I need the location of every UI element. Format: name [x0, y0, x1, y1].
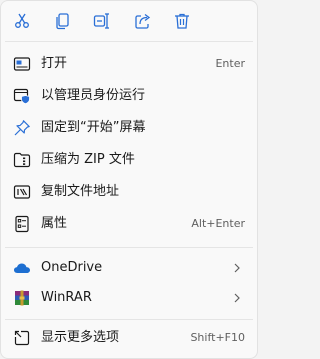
cut-icon [15, 13, 29, 28]
menu-item-label: 打开 [41, 56, 68, 71]
shortcut-text: Shift+F10 [190, 331, 245, 344]
menu-item-label: 显示更多选项 [41, 330, 120, 345]
run-as-admin-icon [13, 87, 31, 105]
menu-item-label: 压缩为 ZIP 文件 [41, 152, 135, 167]
properties-icon [13, 215, 31, 233]
separator [5, 41, 253, 42]
winrar-icon [13, 289, 31, 307]
cut-button[interactable] [9, 7, 35, 35]
delete-button[interactable] [169, 7, 195, 35]
context-toolbar [1, 1, 257, 41]
menu-item-open[interactable]: 打开 Enter [5, 49, 253, 79]
onedrive-icon [13, 259, 31, 277]
delete-icon [175, 13, 189, 29]
rename-button[interactable] [89, 7, 115, 35]
copy-button[interactable] [50, 7, 76, 35]
share-icon [135, 13, 151, 29]
shortcut-text: Alt+Enter [191, 217, 245, 230]
menu-item-label: 固定到“开始”屏幕 [41, 120, 146, 135]
context-menu: 打开 Enter 以管理员身份运行 固定到“开始”屏幕 压缩为 ZIP 文件 复… [0, 0, 258, 359]
menu-item-properties[interactable]: 属性 Alt+Enter [5, 209, 253, 239]
menu-item-label: 属性 [41, 216, 68, 231]
zip-icon [13, 151, 31, 169]
chevron-right-icon [234, 293, 240, 303]
chevron-right-icon [234, 263, 240, 273]
copy-icon [56, 13, 69, 30]
menu-item-copy-path[interactable]: 复制文件地址 [5, 177, 253, 207]
menu-item-label: 复制文件地址 [41, 184, 120, 199]
share-button[interactable] [130, 7, 156, 35]
menu-item-show-more-options[interactable]: 显示更多选项 Shift+F10 [5, 323, 253, 353]
rename-icon [93, 13, 109, 29]
menu-item-compress-zip[interactable]: 压缩为 ZIP 文件 [5, 145, 253, 175]
menu-item-label: OneDrive [41, 260, 103, 275]
separator [5, 319, 253, 320]
shortcut-text: Enter [215, 57, 245, 70]
menu-item-label: WinRAR [41, 290, 92, 305]
more-options-icon [13, 329, 31, 347]
menu-item-pin-to-start[interactable]: 固定到“开始”屏幕 [5, 113, 253, 143]
menu-item-run-as-admin[interactable]: 以管理员身份运行 [5, 81, 253, 111]
copy-path-icon [13, 183, 31, 201]
menu-item-onedrive[interactable]: OneDrive [5, 253, 253, 283]
open-icon [13, 55, 31, 73]
separator [5, 247, 253, 248]
menu-item-winrar[interactable]: WinRAR [5, 283, 253, 313]
pin-icon [13, 119, 31, 137]
menu-item-label: 以管理员身份运行 [41, 88, 146, 103]
